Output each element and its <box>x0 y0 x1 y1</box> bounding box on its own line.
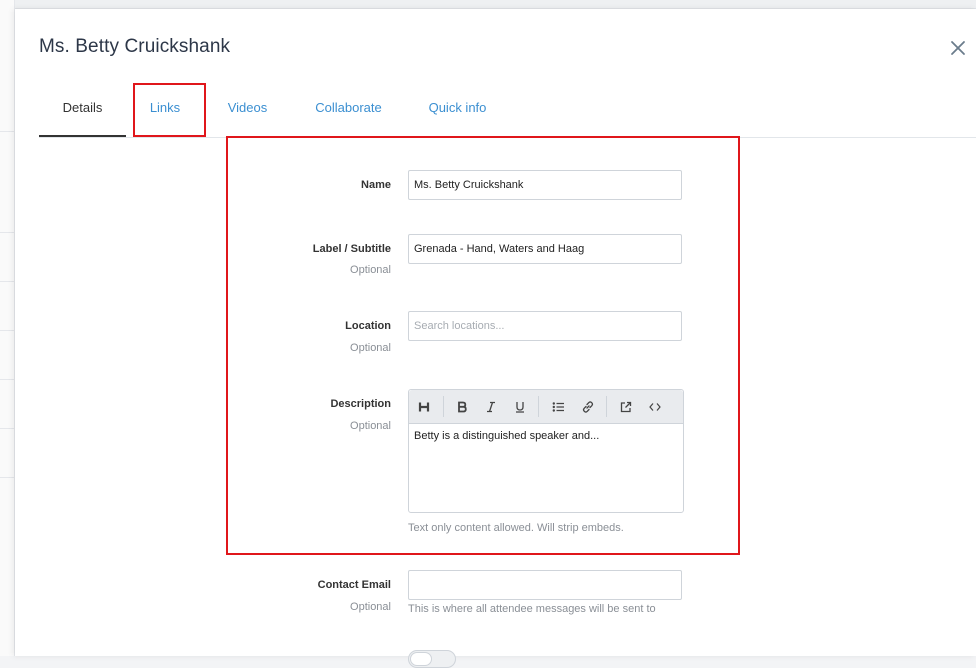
tab-videos[interactable]: Videos <box>219 85 276 136</box>
location-label: Location <box>345 320 391 332</box>
tab-quick-info[interactable]: Quick info <box>419 85 496 136</box>
background-page-header <box>0 0 976 9</box>
bold-icon[interactable] <box>453 398 471 416</box>
location-search-input[interactable] <box>408 311 682 341</box>
name-input[interactable] <box>408 170 682 200</box>
description-text[interactable]: Betty is a distinguished speaker and... <box>414 430 599 442</box>
description-hint: Text only content allowed. Will strip em… <box>408 522 624 534</box>
underline-icon[interactable] <box>511 398 529 416</box>
tab-collaborate[interactable]: Collaborate <box>306 85 391 136</box>
background-page <box>0 0 15 656</box>
toggle-knob <box>410 652 432 666</box>
description-optional-label: Optional <box>350 420 391 432</box>
close-icon[interactable] <box>949 39 967 57</box>
toggle-switch[interactable] <box>408 650 456 668</box>
heading-icon[interactable] <box>415 398 433 416</box>
description-editor: Betty is a distinguished speaker and... <box>408 389 684 513</box>
location-optional-label: Optional <box>350 342 391 354</box>
external-link-icon[interactable] <box>617 398 635 416</box>
subtitle-optional-label: Optional <box>350 264 391 276</box>
contact-email-input[interactable] <box>408 570 682 600</box>
highlight-box-links-tab <box>133 83 206 137</box>
modal-title: Ms. Betty Cruickshank <box>39 36 231 57</box>
subtitle-label: Label / Subtitle <box>312 243 391 255</box>
code-icon[interactable] <box>646 398 664 416</box>
link-icon[interactable] <box>579 398 597 416</box>
name-label: Name <box>361 179 391 191</box>
italic-icon[interactable] <box>482 398 500 416</box>
contact-email-optional-label: Optional <box>350 601 391 613</box>
editor-toolbar <box>409 390 683 424</box>
contact-email-hint: This is where all attendee messages will… <box>408 603 656 615</box>
description-label: Description <box>330 398 391 410</box>
bullet-list-icon[interactable] <box>549 398 567 416</box>
subtitle-input[interactable] <box>408 234 682 264</box>
contact-email-label: Contact Email <box>317 579 391 591</box>
tab-details[interactable]: Details <box>39 85 126 137</box>
